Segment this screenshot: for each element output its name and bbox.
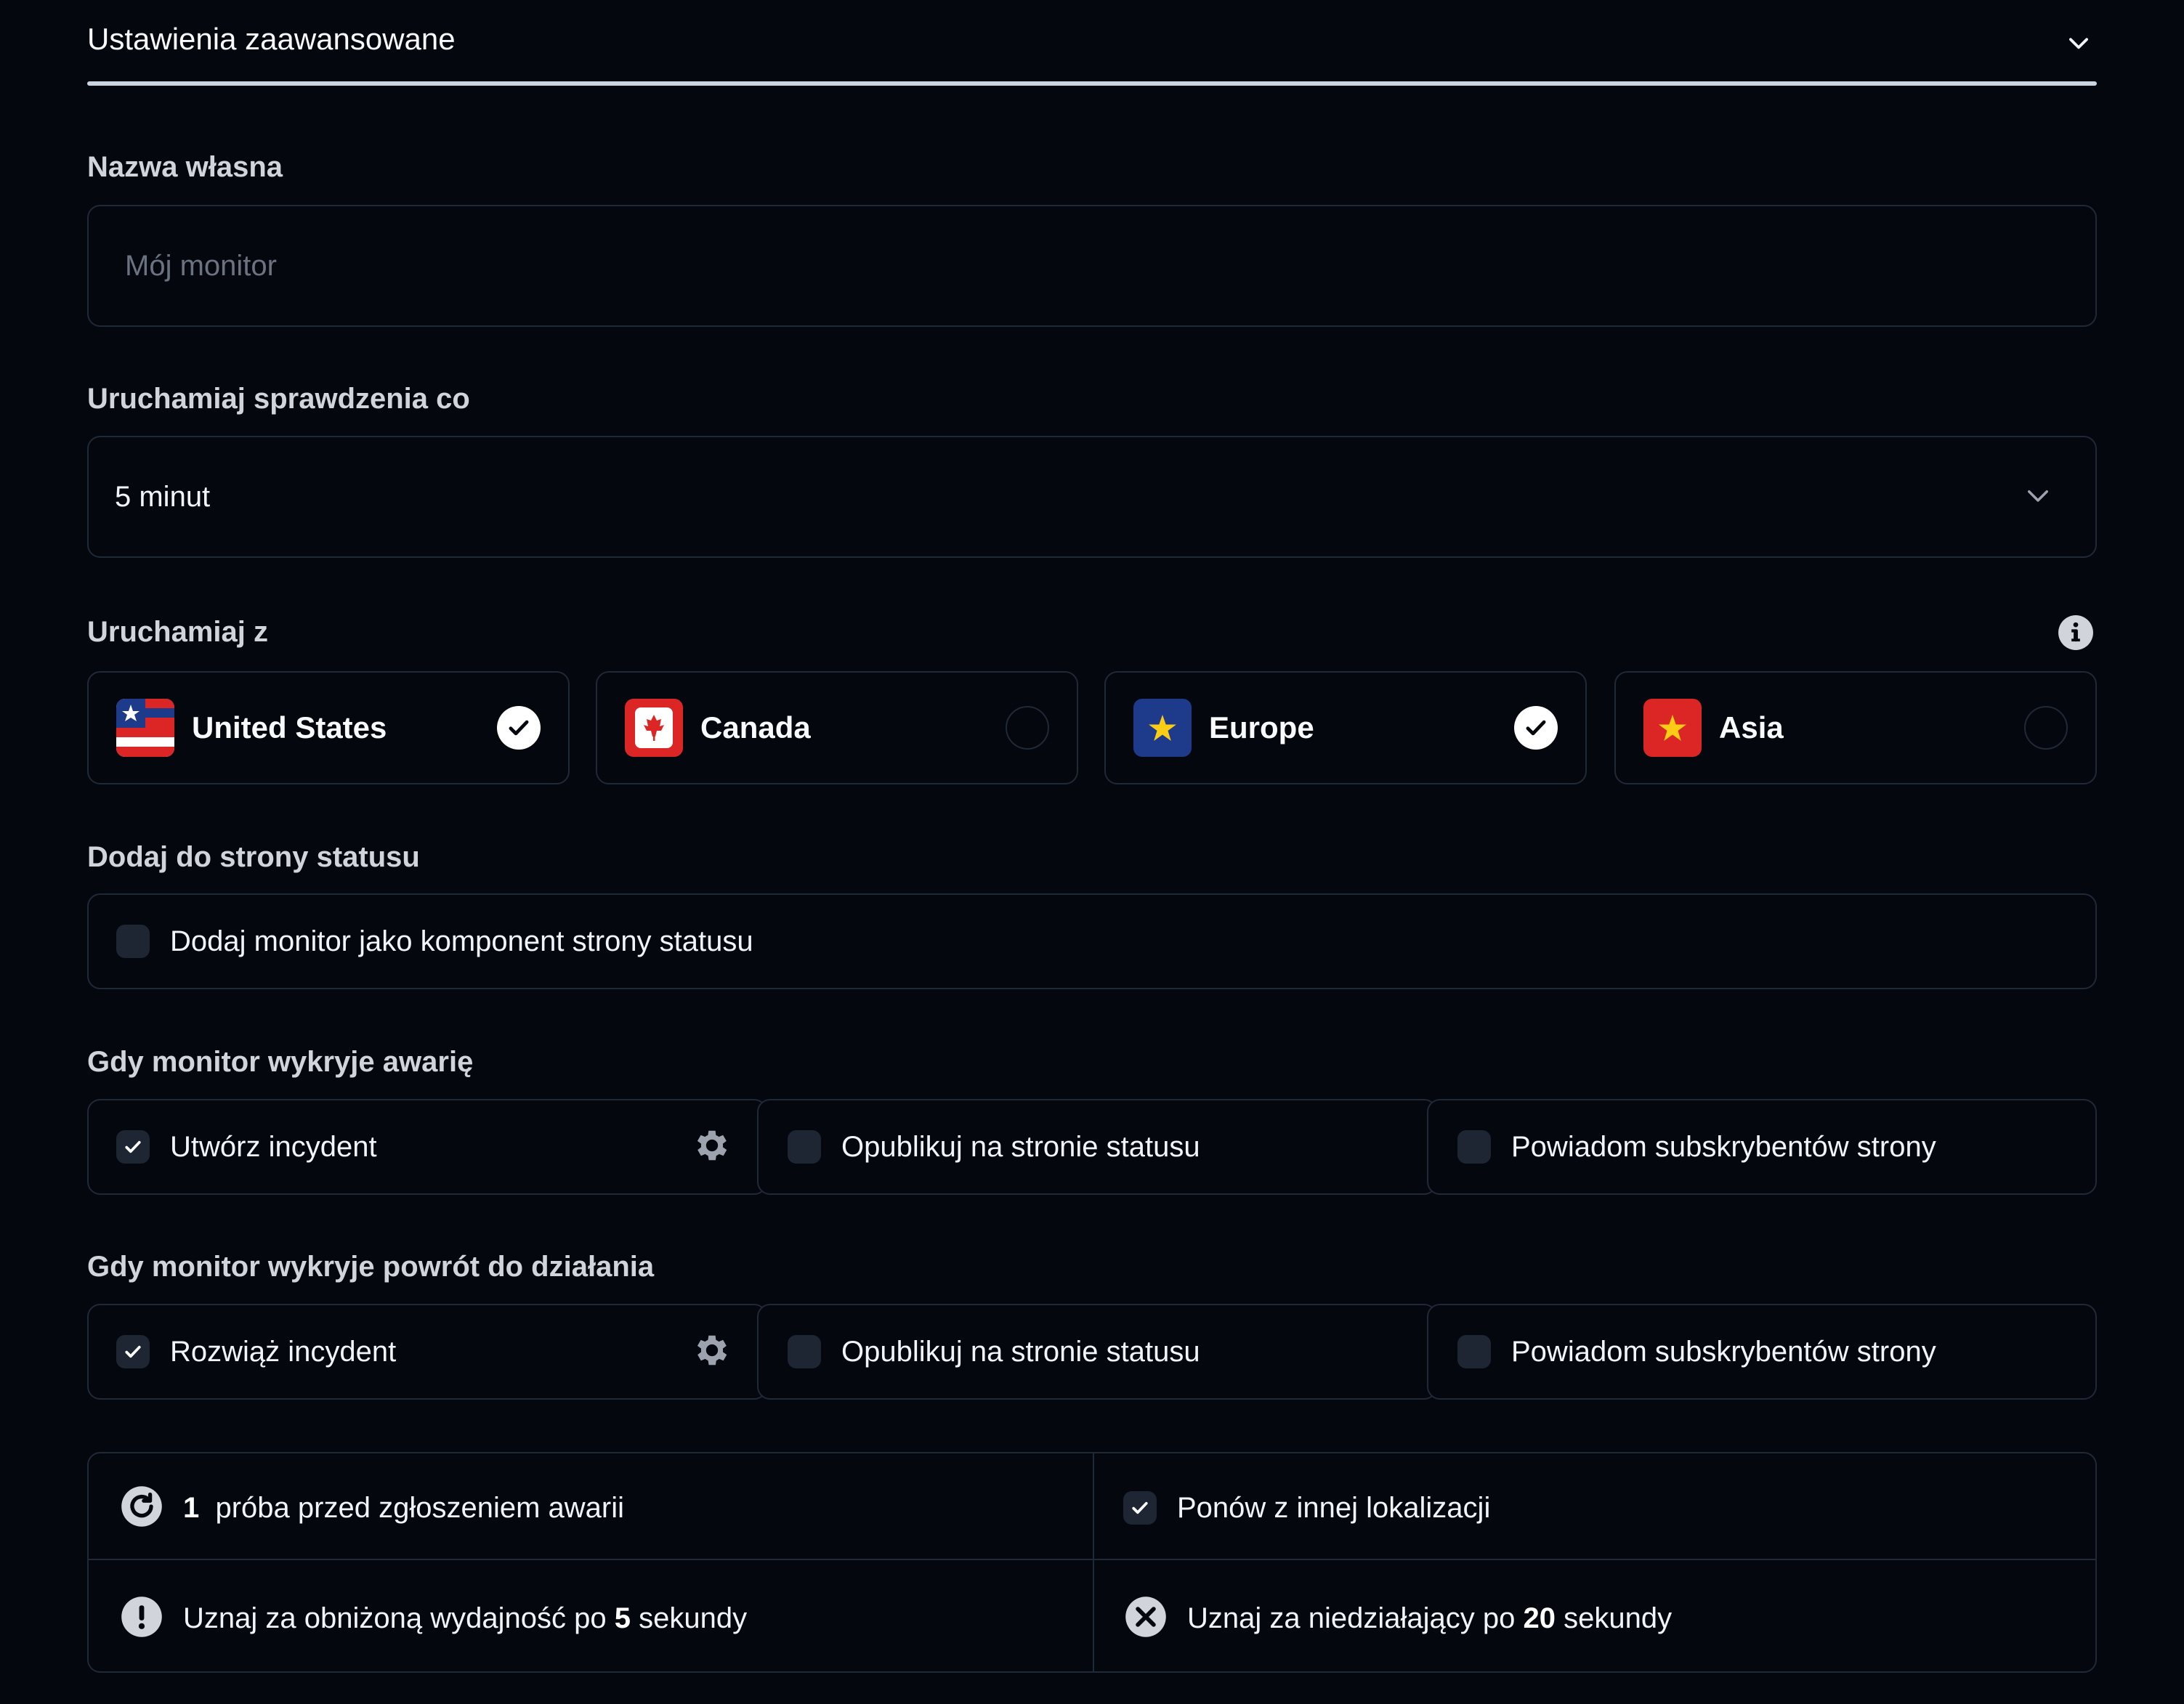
interval-select[interactable]: 5 minut — [87, 436, 2097, 558]
notify-subscribers-checkbox[interactable] — [1457, 1130, 1491, 1164]
create-incident-label: Utwórz incydent — [170, 1130, 377, 1163]
status-page-option[interactable]: Dodaj monitor jako komponent strony stat… — [87, 893, 2097, 989]
info-icon[interactable] — [2058, 614, 2094, 654]
down-suffix: sekundy — [1564, 1602, 1673, 1634]
x-circle-icon — [1125, 1596, 1167, 1642]
notify-subscribers-option-recovery[interactable]: Powiadom subskrybentów strony — [1427, 1304, 2097, 1400]
name-input[interactable]: Mój monitor — [87, 205, 2097, 327]
gear-icon[interactable] — [692, 1125, 732, 1169]
degraded-suffix: sekundy — [639, 1602, 748, 1634]
create-incident-checkbox[interactable] — [116, 1130, 150, 1164]
region-option-europe[interactable]: Europe — [1104, 671, 1587, 784]
region-name: United States — [192, 710, 387, 745]
region-name: Europe — [1209, 710, 1314, 745]
region-name: Canada — [700, 710, 811, 745]
unselected-radio-icon[interactable] — [2024, 706, 2068, 750]
status-page-option-label: Dodaj monitor jako komponent strony stat… — [170, 925, 753, 957]
resolve-incident-checkbox[interactable] — [116, 1335, 150, 1368]
region-option-asia[interactable]: Asia — [1614, 671, 2097, 784]
interval-field-label: Uruchamiaj sprawdzenia co — [87, 383, 470, 415]
selected-check-icon[interactable] — [497, 706, 541, 750]
retry-other-location-label: Ponów z innej lokalizacji — [1177, 1491, 1491, 1524]
down-prefix: Uznaj za niedziałający po — [1187, 1602, 1516, 1634]
region-option-canada[interactable]: Canada — [596, 671, 1078, 784]
unselected-radio-icon[interactable] — [1006, 706, 1049, 750]
advanced-settings-title[interactable]: Ustawienia zaawansowane — [87, 22, 456, 57]
retries-count: 1 — [183, 1491, 200, 1524]
degraded-threshold-setting[interactable]: Uznaj za obniżoną wydajność po 5 sekundy — [121, 1595, 747, 1642]
header-underline — [87, 81, 2097, 86]
status-page-checkbox[interactable] — [116, 925, 150, 958]
chevron-down-icon[interactable] — [2065, 29, 2092, 57]
thresholds-divider-vertical — [1093, 1453, 1094, 1671]
retries-setting[interactable]: 1 próba przed zgłoszeniem awarii — [121, 1485, 624, 1531]
region-name: Asia — [1719, 710, 1784, 745]
resolve-incident-option[interactable]: Rozwiąż incydent — [87, 1304, 767, 1400]
notify-subscribers-checkbox[interactable] — [1457, 1335, 1491, 1368]
us-flag-icon — [116, 699, 174, 757]
publish-status-option-failure[interactable]: Opublikuj na stronie statusu — [757, 1099, 1437, 1195]
thresholds-divider-horizontal — [89, 1559, 2095, 1560]
publish-status-option-recovery[interactable]: Opublikuj na stronie statusu — [757, 1304, 1437, 1400]
name-input-placeholder: Mój monitor — [125, 249, 277, 282]
notify-subscribers-label: Powiadom subskrybentów strony — [1511, 1335, 1936, 1368]
chevron-down-icon — [2023, 480, 2053, 514]
selected-check-icon[interactable] — [1514, 706, 1558, 750]
on-failure-label: Gdy monitor wykryje awarię — [87, 1046, 474, 1078]
retry-other-location-checkbox[interactable] — [1123, 1491, 1157, 1525]
degraded-prefix: Uznaj za obniżoną wydajność po — [183, 1602, 607, 1634]
exclamation-icon — [121, 1596, 163, 1642]
down-threshold-setting[interactable]: Uznaj za niedziałający po 20 sekundy — [1125, 1595, 1672, 1642]
notify-subscribers-label: Powiadom subskrybentów strony — [1511, 1130, 1936, 1163]
down-value: 20 — [1523, 1602, 1556, 1634]
degraded-value: 5 — [614, 1602, 631, 1634]
on-recovery-label: Gdy monitor wykryje powrót do działania — [87, 1251, 655, 1283]
publish-status-label: Opublikuj na stronie statusu — [841, 1335, 1200, 1368]
regions-label: Uruchamiaj z — [87, 616, 268, 648]
status-page-label: Dodaj do strony statusu — [87, 841, 420, 873]
name-field-label: Nazwa własna — [87, 151, 283, 183]
publish-status-checkbox[interactable] — [788, 1130, 821, 1164]
canada-flag-icon — [625, 699, 683, 757]
publish-status-checkbox[interactable] — [788, 1335, 821, 1368]
publish-status-label: Opublikuj na stronie statusu — [841, 1130, 1200, 1163]
gear-icon[interactable] — [692, 1330, 732, 1374]
region-option-united-states[interactable]: United States — [87, 671, 570, 784]
resolve-incident-label: Rozwiąż incydent — [170, 1335, 397, 1368]
eu-flag-icon — [1133, 699, 1192, 757]
interval-select-value: 5 minut — [115, 480, 211, 513]
retry-icon — [121, 1485, 163, 1531]
asia-flag-icon — [1643, 699, 1702, 757]
create-incident-option[interactable]: Utwórz incydent — [87, 1099, 767, 1195]
retry-other-location-option[interactable]: Ponów z innej lokalizacji — [1123, 1486, 1490, 1530]
notify-subscribers-option-failure[interactable]: Powiadom subskrybentów strony — [1427, 1099, 2097, 1195]
retries-text: próba przed zgłoszeniem awarii — [215, 1491, 624, 1524]
